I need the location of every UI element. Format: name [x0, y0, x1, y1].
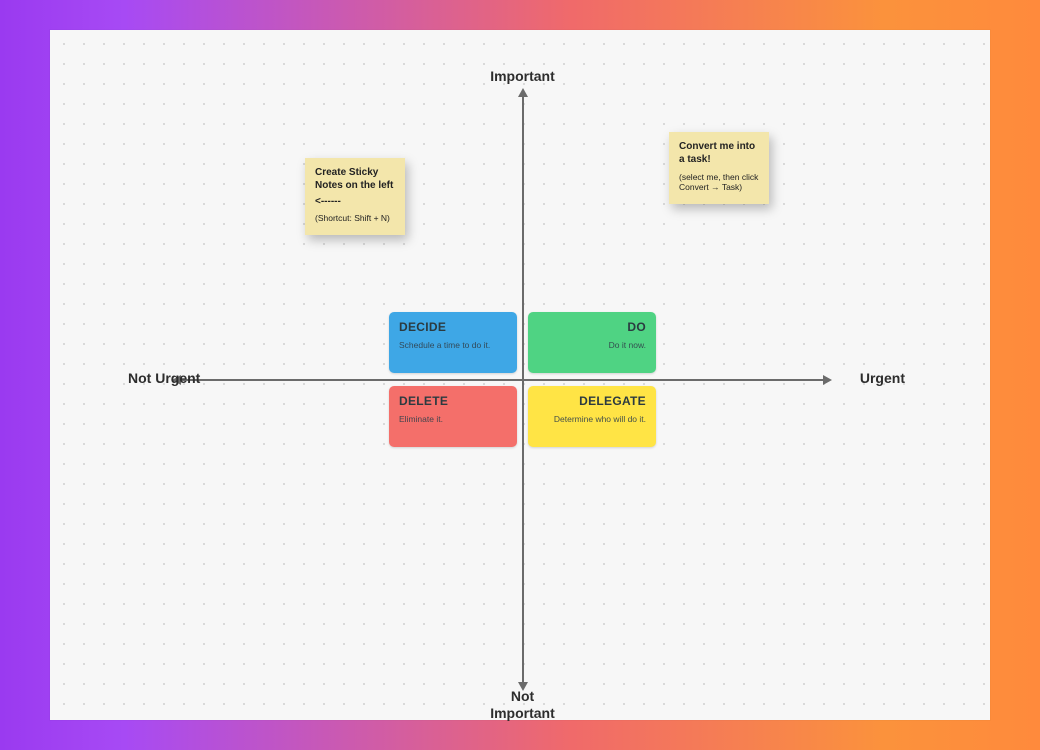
quadrant-delete-title: DELETE	[399, 394, 507, 408]
sticky-help-shortcut: (Shortcut: Shift + N)	[315, 213, 395, 223]
quadrant-do[interactable]: DO Do it now.	[528, 312, 656, 373]
arrow-right-icon	[823, 375, 832, 385]
quadrant-decide[interactable]: DECIDE Schedule a time to do it.	[389, 312, 517, 373]
quadrant-do-title: DO	[538, 320, 646, 334]
quadrant-do-sub: Do it now.	[538, 340, 646, 350]
axis-label-not-urgent: Not Urgent	[128, 370, 200, 386]
sticky-note-convert[interactable]: Convert me into a task! (select me, then…	[669, 132, 769, 204]
quadrant-delegate[interactable]: DELEGATE Determine who will do it.	[528, 386, 656, 447]
axis-label-urgent: Urgent	[860, 370, 905, 386]
sticky-convert-line1: Convert me into a task!	[679, 141, 759, 166]
x-axis-line	[180, 379, 825, 381]
quadrant-delegate-sub: Determine who will do it.	[538, 414, 646, 424]
quadrant-delete[interactable]: DELETE Eliminate it.	[389, 386, 517, 447]
y-axis-line	[522, 96, 524, 684]
sticky-help-arrow: <------	[315, 196, 395, 207]
sticky-help-line1: Create Sticky Notes on the left	[315, 167, 395, 192]
axis-label-important: Important	[50, 68, 995, 84]
arrow-up-icon	[518, 88, 528, 97]
eisenhower-matrix-canvas[interactable]: Important Not Important Not Urgent Urgen…	[50, 30, 990, 720]
quadrant-delete-sub: Eliminate it.	[399, 414, 507, 424]
quadrant-decide-title: DECIDE	[399, 320, 507, 334]
sticky-note-help[interactable]: Create Sticky Notes on the left <------ …	[305, 158, 405, 235]
quadrant-delegate-title: DELEGATE	[538, 394, 646, 408]
sticky-convert-hint: (select me, then click Convert → Task)	[679, 172, 759, 192]
quadrant-decide-sub: Schedule a time to do it.	[399, 340, 507, 350]
axis-label-not-important: Not Important	[50, 688, 995, 722]
